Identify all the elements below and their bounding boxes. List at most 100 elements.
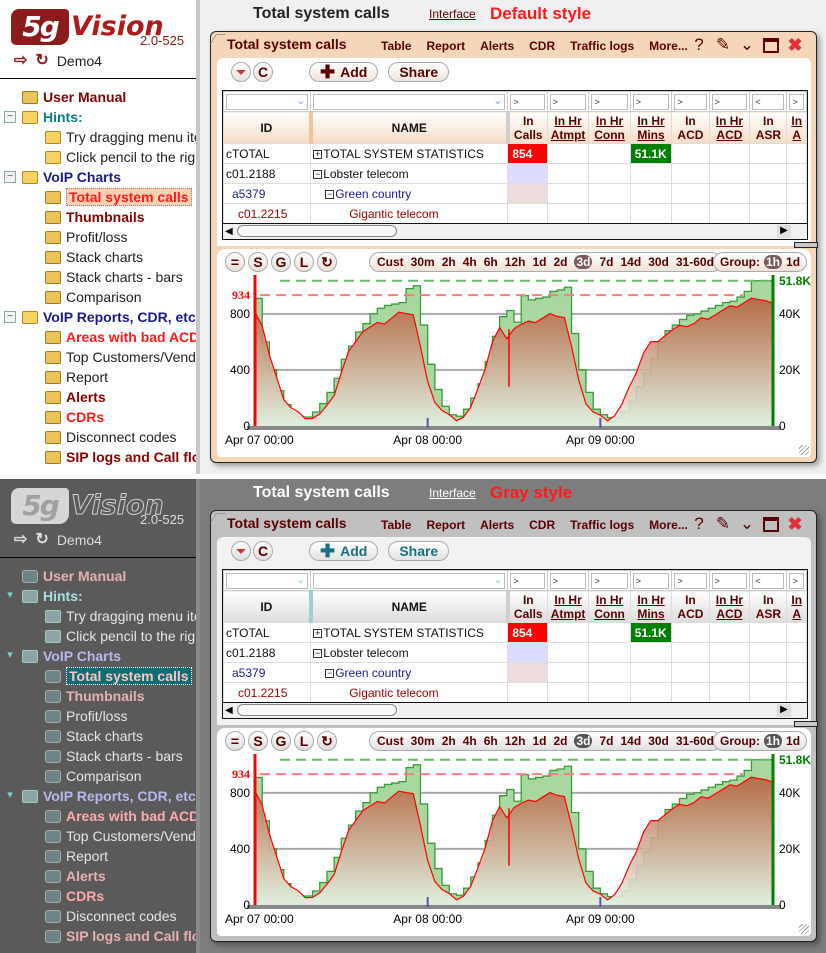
expand-icon[interactable]: + bbox=[313, 628, 323, 638]
column-filter-input[interactable]: < bbox=[752, 572, 785, 589]
group-option[interactable]: 1d bbox=[786, 734, 800, 748]
sidebar-item[interactable]: Try dragging menu items bbox=[0, 606, 196, 626]
refresh-icon[interactable]: ↻ bbox=[317, 731, 337, 751]
sidebar-item[interactable]: Comparison bbox=[0, 287, 196, 307]
range-option[interactable]: 2h bbox=[442, 255, 456, 269]
pencil-icon[interactable]: ✎ bbox=[715, 36, 731, 54]
menu-table[interactable]: Table bbox=[381, 518, 411, 532]
scroll-right-icon[interactable]: ▶ bbox=[777, 225, 791, 238]
column-filter-input[interactable]: > bbox=[591, 93, 628, 110]
sidebar-item[interactable]: Top Customers/Vendors bbox=[0, 347, 196, 367]
sidebar-item[interactable]: Stack charts - bars bbox=[0, 746, 196, 766]
sidebar-item[interactable]: User Manual bbox=[0, 87, 196, 107]
table-row[interactable]: c01.2188− Lobster telecom bbox=[223, 163, 807, 184]
grid-button[interactable]: G bbox=[271, 252, 291, 272]
sidebar-item[interactable]: Alerts bbox=[0, 387, 196, 407]
menu-cdr[interactable]: CDR bbox=[529, 39, 555, 53]
splitter-handle[interactable] bbox=[794, 721, 818, 727]
column-filter-input[interactable]: > bbox=[789, 93, 804, 110]
column-filter-input[interactable]: > bbox=[711, 93, 748, 110]
table-row[interactable]: c01.2215 Gigantic telecom bbox=[223, 682, 807, 703]
window-grip-icon[interactable] bbox=[210, 34, 226, 44]
sidebar-item[interactable]: − VoIP Reports, CDR, etc bbox=[0, 307, 196, 327]
column-header[interactable]: In ASR bbox=[749, 111, 788, 144]
column-header[interactable]: In A bbox=[786, 590, 807, 623]
sidebar-item[interactable]: CDRs bbox=[0, 886, 196, 906]
column-header[interactable]: In Hr Conn bbox=[588, 590, 631, 623]
logo[interactable]: 5g Vision bbox=[11, 9, 164, 47]
sidebar-item[interactable]: Comparison bbox=[0, 766, 196, 786]
logout-icon[interactable]: ⇨ bbox=[14, 532, 27, 548]
column-header[interactable]: In Calls bbox=[507, 590, 548, 623]
menu-report[interactable]: Report bbox=[426, 39, 465, 53]
collapse-toggle-icon[interactable]: − bbox=[4, 171, 16, 183]
maximize-icon[interactable] bbox=[763, 516, 779, 532]
collapse-icon[interactable]: ⌄ bbox=[739, 515, 755, 533]
sidebar-item[interactable]: Alerts bbox=[0, 866, 196, 886]
range-option[interactable]: 7d bbox=[599, 255, 613, 269]
logout-icon[interactable]: ⇨ bbox=[14, 53, 27, 69]
column-header[interactable]: NAME bbox=[310, 590, 510, 623]
interface-link[interactable]: Interface bbox=[429, 7, 476, 21]
dropdown-icon[interactable]: ⌄ bbox=[296, 573, 305, 587]
sidebar-item[interactable]: − VoIP Charts bbox=[0, 167, 196, 187]
clear-filter-icon[interactable]: ⏷ bbox=[231, 541, 251, 561]
sidebar-item[interactable]: Stack charts bbox=[0, 247, 196, 267]
sidebar-item[interactable]: Profit/loss bbox=[0, 706, 196, 726]
sidebar-item[interactable]: ▾ VoIP Reports, CDR, etc bbox=[0, 786, 196, 806]
column-filter-input[interactable]: ⌄ bbox=[313, 93, 506, 110]
sidebar-item[interactable]: Stack charts bbox=[0, 726, 196, 746]
log-button[interactable]: L bbox=[294, 252, 314, 272]
column-header[interactable]: In Hr ACD bbox=[708, 590, 751, 623]
sidebar-item[interactable]: User Manual bbox=[0, 566, 196, 586]
sidebar-item[interactable]: Areas with bad ACD bbox=[0, 327, 196, 347]
column-filter-input[interactable]: > bbox=[549, 93, 587, 110]
column-header[interactable]: ID bbox=[223, 590, 313, 623]
sidebar-item[interactable]: Thumbnails bbox=[0, 686, 196, 706]
sidebar-item[interactable]: Top Customers/Vendors bbox=[0, 826, 196, 846]
range-option[interactable]: 7d bbox=[599, 734, 613, 748]
menu-table[interactable]: Table bbox=[381, 39, 411, 53]
reload-icon[interactable]: ↻ bbox=[35, 53, 48, 69]
horizontal-scrollbar[interactable]: ◀ ▶ bbox=[223, 702, 807, 718]
help-icon[interactable]: ? bbox=[691, 36, 707, 54]
range-option[interactable]: 2h bbox=[442, 734, 456, 748]
column-filter-input[interactable]: ⌄ bbox=[226, 93, 309, 110]
dropdown-icon[interactable]: ⌄ bbox=[296, 94, 305, 108]
sidebar-item[interactable]: Areas with bad ACD bbox=[0, 806, 196, 826]
sidebar-item[interactable]: Thumbnails bbox=[0, 207, 196, 227]
table-row[interactable]: c01.2188− Lobster telecom bbox=[223, 642, 807, 663]
column-header[interactable]: In Hr Atmpt bbox=[546, 590, 590, 623]
horizontal-scrollbar[interactable]: ◀ ▶ bbox=[223, 223, 807, 239]
clear-filter-icon[interactable]: ⏷ bbox=[231, 62, 251, 82]
range-option[interactable]: 31-60d bbox=[676, 734, 714, 748]
column-header[interactable]: In Calls bbox=[507, 111, 548, 144]
column-filter-input[interactable]: > bbox=[632, 93, 670, 110]
resize-handle[interactable] bbox=[799, 445, 809, 455]
collapse-toggle-icon[interactable]: ▾ bbox=[4, 790, 16, 802]
scroll-left-icon[interactable]: ◀ bbox=[225, 226, 233, 237]
range-option[interactable]: 1d bbox=[532, 734, 546, 748]
resize-handle[interactable] bbox=[799, 924, 809, 934]
range-option[interactable]: 30d bbox=[648, 734, 669, 748]
range-option[interactable]: Cust bbox=[377, 255, 404, 269]
menu-traffic-logs[interactable]: Traffic logs bbox=[570, 39, 634, 53]
range-option[interactable]: 2d bbox=[553, 734, 567, 748]
menu-traffic-logs[interactable]: Traffic logs bbox=[570, 518, 634, 532]
menu-more[interactable]: More... bbox=[649, 39, 688, 53]
range-option[interactable]: 12h bbox=[505, 255, 526, 269]
range-option[interactable]: 31-60d bbox=[676, 255, 714, 269]
help-icon[interactable]: ? bbox=[691, 515, 707, 533]
sidebar-item[interactable]: Profit/loss bbox=[0, 227, 196, 247]
dropdown-icon[interactable]: ⌄ bbox=[493, 573, 502, 587]
range-option[interactable]: 2d bbox=[553, 255, 567, 269]
scroll-thumb[interactable] bbox=[237, 704, 397, 716]
column-filter-input[interactable]: < bbox=[752, 93, 785, 110]
group-option[interactable]: 1d bbox=[786, 255, 800, 269]
clear-button[interactable]: C bbox=[253, 62, 273, 82]
range-option[interactable]: 12h bbox=[505, 734, 526, 748]
column-header[interactable]: In Hr Mins bbox=[629, 111, 673, 144]
column-header[interactable]: In ACD bbox=[671, 111, 710, 144]
interface-link[interactable]: Interface bbox=[429, 486, 476, 500]
sidebar-item[interactable]: Disconnect codes bbox=[0, 906, 196, 926]
